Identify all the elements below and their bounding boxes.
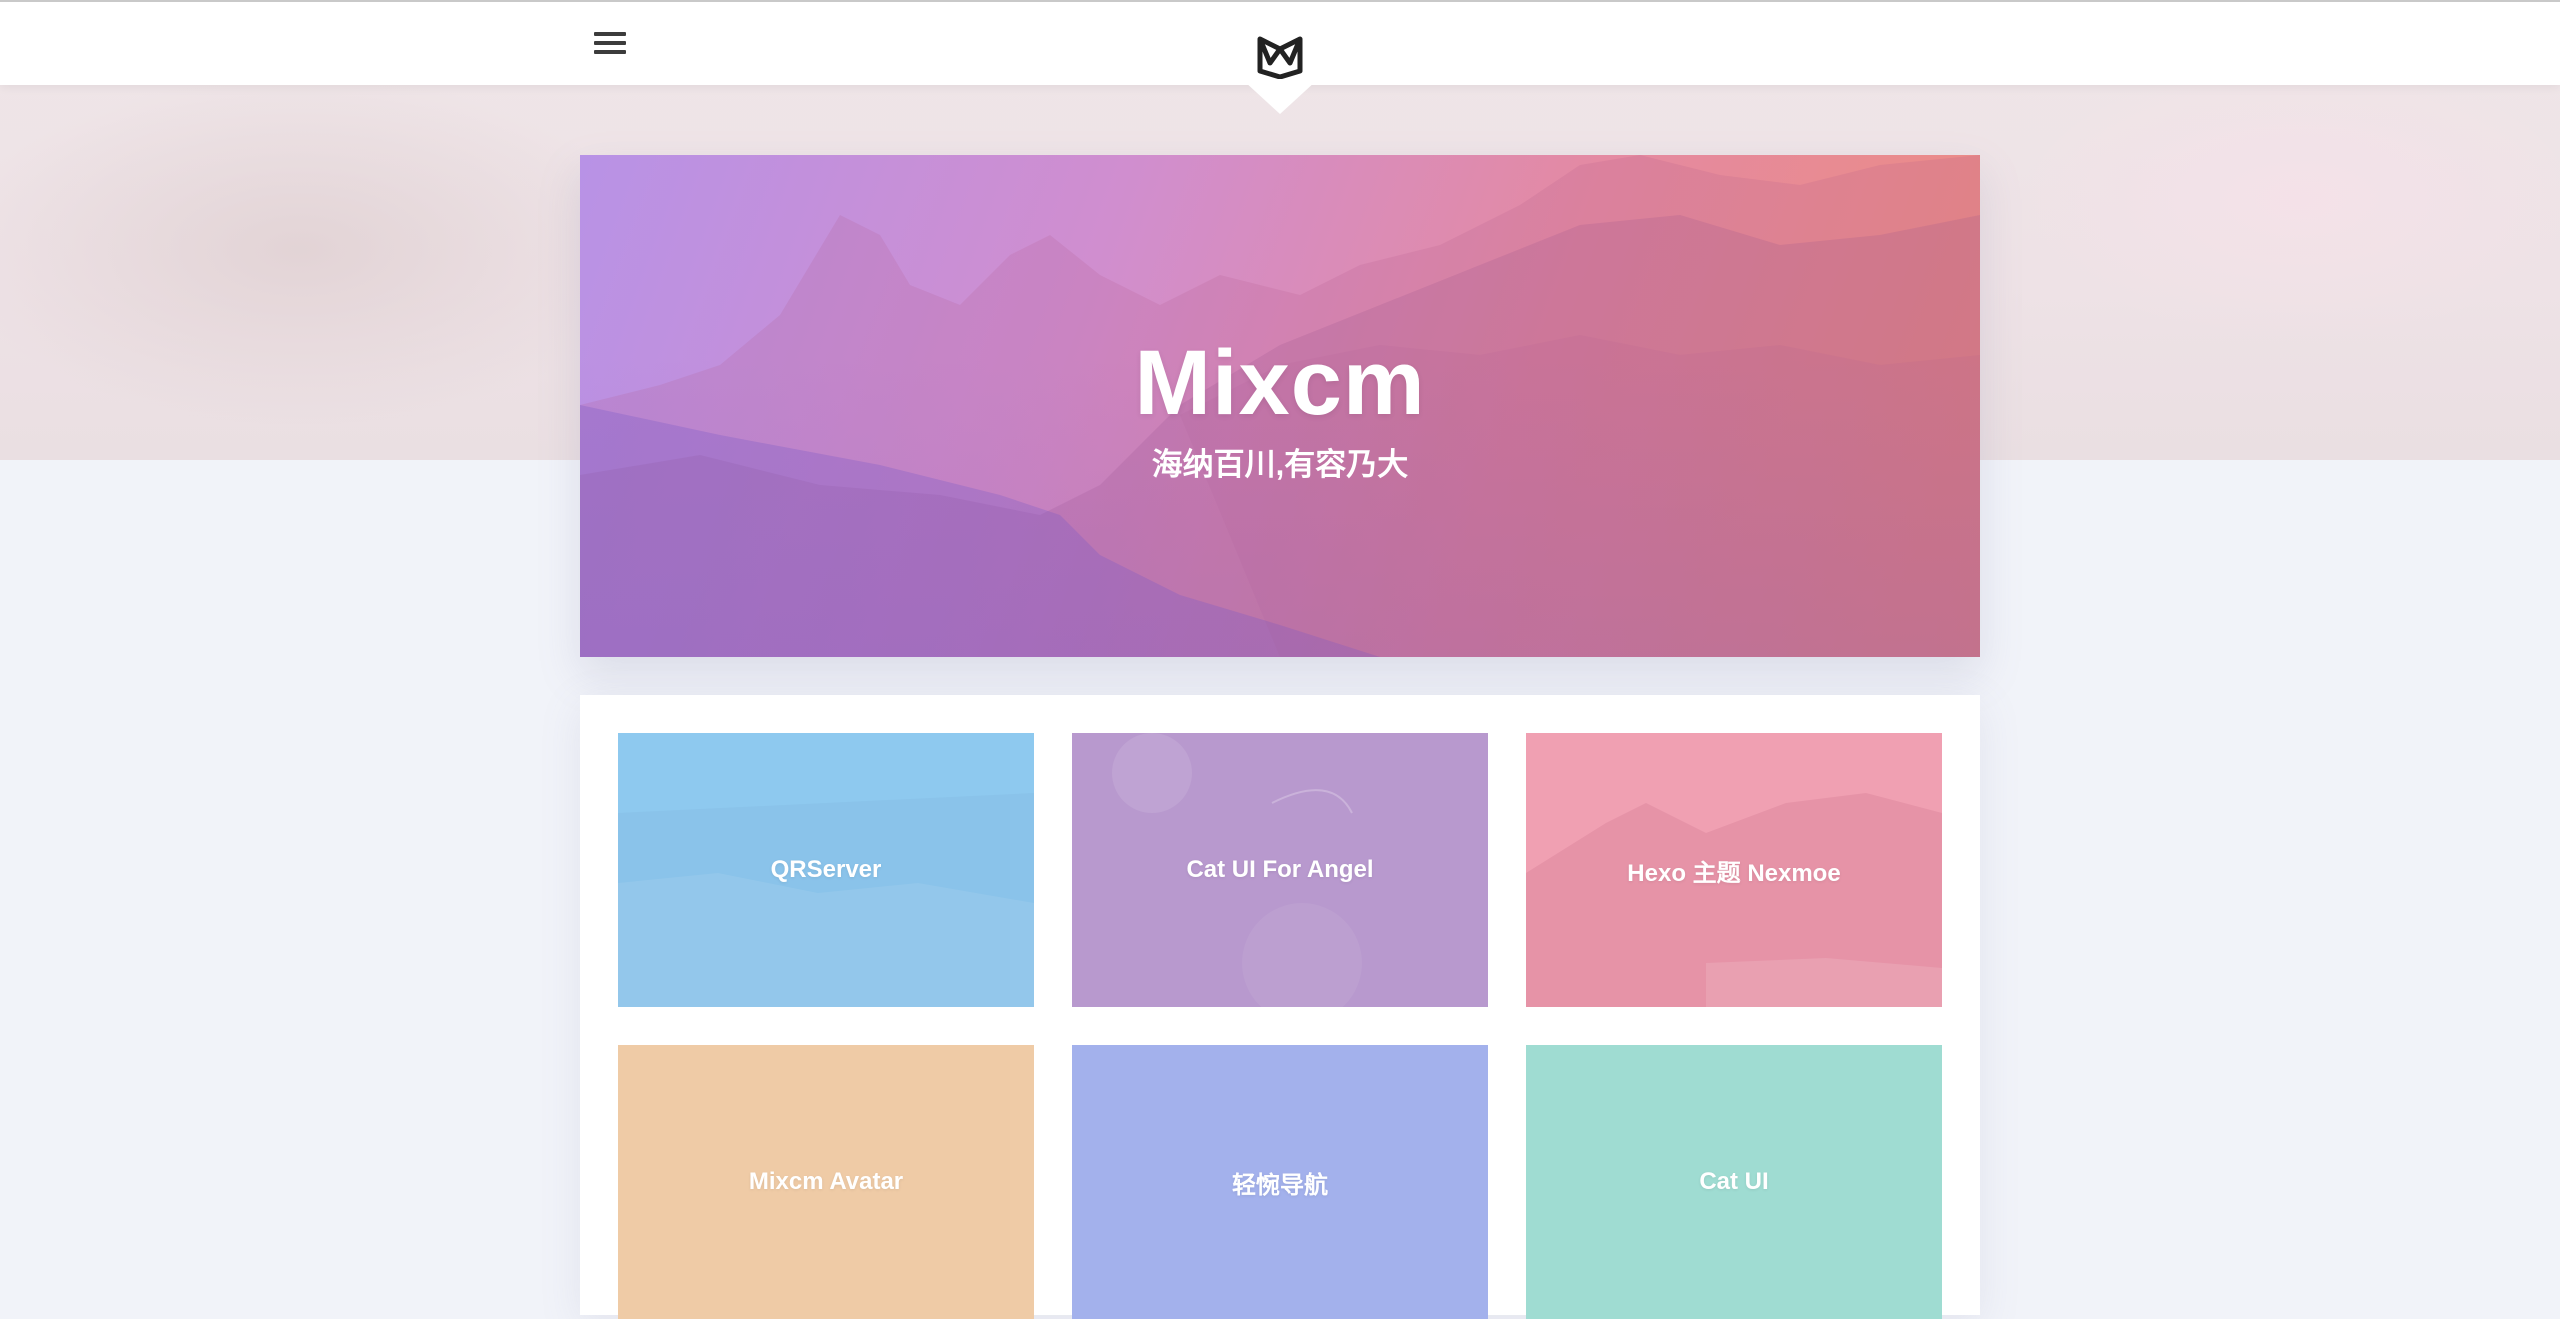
project-card-qrserver[interactable]: QRServer [618,733,1034,1007]
project-card-navigation[interactable]: 轻惋导航 [1072,1045,1488,1319]
book-logo-icon[interactable] [1254,33,1306,79]
hero-banner: Mixcm 海纳百川,有容乃大 [580,155,1980,657]
project-card-label: QRServer [770,856,882,883]
projects-panel: QRServer Cat UI For Angel Hexo 主题 Nexmoe… [580,695,1980,1319]
project-card-mixcm-avatar[interactable]: Mixcm Avatar [618,1045,1034,1319]
project-card-cat-ui-for-angel[interactable]: Cat UI For Angel [1072,733,1488,1007]
menu-icon[interactable] [594,32,626,58]
project-card-cat-ui[interactable]: Cat UI [1526,1045,1942,1319]
hero-title: Mixcm [1134,332,1426,434]
project-card-label: Cat UI For Angel [1186,856,1374,883]
hero-subtitle: 海纳百川,有容乃大 [1151,447,1409,482]
project-card-label: 轻惋导航 [1232,1171,1328,1199]
project-card-hexo-nexmoe[interactable]: Hexo 主题 Nexmoe [1526,733,1942,1007]
project-card-label: Hexo 主题 Nexmoe [1627,859,1841,887]
project-card-label: Cat UI [1699,1168,1769,1195]
project-card-label: Mixcm Avatar [748,1168,904,1195]
